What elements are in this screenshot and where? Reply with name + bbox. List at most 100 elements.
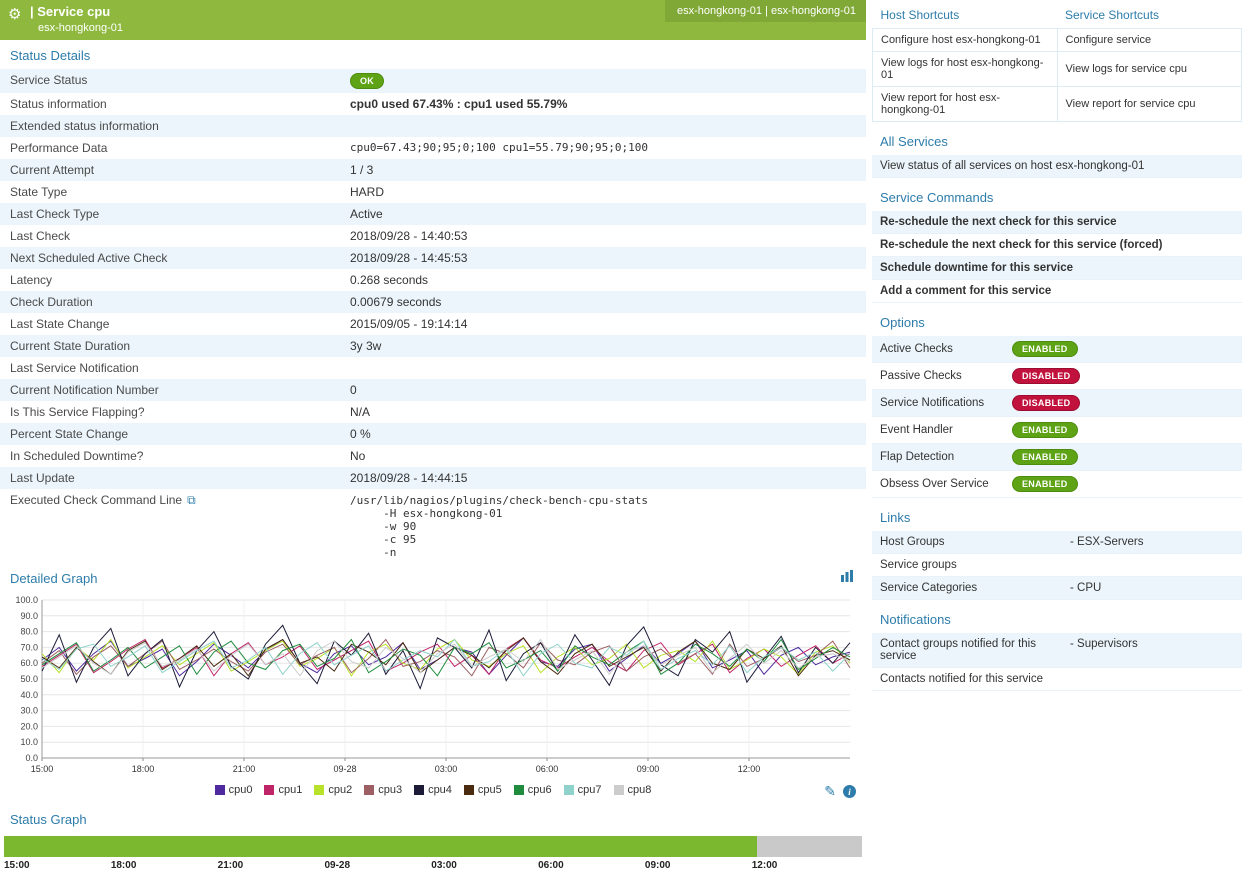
legend-label: cpu8 [628, 784, 652, 796]
legend-item-cpu3[interactable]: cpu3 [364, 784, 402, 796]
gear-icon[interactable]: ⚙ [8, 5, 21, 23]
row-label: In Scheduled Downtime? [0, 445, 340, 467]
option-row[interactable]: Obsess Over ServiceENABLED [872, 471, 1242, 498]
shortcut-link[interactable]: View report for service cpu [1057, 87, 1242, 122]
all-services-heading[interactable]: All Services [872, 124, 1242, 155]
legend-item-cpu0[interactable]: cpu0 [215, 784, 253, 796]
row-value: cpu0 used 67.43% : cpu1 used 55.79% [340, 93, 866, 115]
link-row: Service groups [872, 554, 1242, 577]
service-command-link[interactable]: Re-schedule the next check for this serv… [872, 211, 1242, 234]
notification-value[interactable]: - Supervisors [1070, 638, 1234, 662]
shortcut-link[interactable]: Configure host esx-hongkong-01 [873, 29, 1058, 52]
axis-tick-label: 09-28 [324, 860, 350, 871]
option-state-badge[interactable]: DISABLED [1012, 368, 1080, 384]
svg-text:12:00: 12:00 [738, 764, 761, 774]
row-label: Check Duration [0, 291, 340, 313]
row-value: cpu0=67.43;90;95;0;100 cpu1=55.79;90;95;… [340, 137, 866, 159]
option-row[interactable]: Active ChecksENABLED [872, 336, 1242, 363]
legend-item-cpu4[interactable]: cpu4 [414, 784, 452, 796]
legend-item-cpu5[interactable]: cpu5 [464, 784, 502, 796]
table-row: Last Service Notification [0, 357, 866, 379]
axis-tick-label: 12:00 [752, 860, 778, 871]
table-row: Check Duration0.00679 seconds [0, 291, 866, 313]
row-value: 2018/09/28 - 14:45:53 [340, 247, 866, 269]
option-state-badge[interactable]: ENABLED [1012, 422, 1078, 438]
row-label: Current Attempt [0, 159, 340, 181]
shortcuts-section: Host ShortcutsService ShortcutsConfigure… [872, 0, 1242, 122]
legend-item-cpu7[interactable]: cpu7 [564, 784, 602, 796]
cpu-line-chart: 0.010.020.030.040.050.060.070.080.090.01… [0, 592, 860, 782]
svg-text:90.0: 90.0 [20, 611, 38, 621]
row-label: Service Status [0, 69, 340, 93]
notifications-heading[interactable]: Notifications [872, 602, 1242, 633]
legend-label: cpu3 [378, 784, 402, 796]
status-timeline-bar [4, 836, 862, 857]
table-row: Is This Service Flapping?N/A [0, 401, 866, 423]
svg-text:15:00: 15:00 [31, 764, 54, 774]
page-subtitle: esx-hongkong-01 [38, 22, 858, 34]
status-bar-segment-ok [4, 836, 757, 857]
option-state-badge[interactable]: DISABLED [1012, 395, 1080, 411]
row-label: Next Scheduled Active Check [0, 247, 340, 269]
axis-tick-label: 06:00 [538, 860, 564, 871]
svg-text:21:00: 21:00 [233, 764, 256, 774]
legend-item-cpu8[interactable]: cpu8 [614, 784, 652, 796]
row-value: 1 / 3 [340, 159, 866, 181]
option-state-badge[interactable]: ENABLED [1012, 476, 1078, 492]
option-state-badge[interactable]: ENABLED [1012, 449, 1078, 465]
legend-swatch [364, 785, 374, 795]
info-icon[interactable]: i [843, 785, 856, 798]
option-row[interactable]: Flap DetectionENABLED [872, 444, 1242, 471]
legend-item-cpu2[interactable]: cpu2 [314, 784, 352, 796]
option-row[interactable]: Passive ChecksDISABLED [872, 363, 1242, 390]
links-heading[interactable]: Links [872, 500, 1242, 531]
legend-item-cpu1[interactable]: cpu1 [264, 784, 302, 796]
copy-command-icon[interactable]: ⧉ [187, 493, 196, 507]
service-commands-section: Service Commands Re-schedule the next ch… [872, 180, 1242, 303]
option-label: Service Notifications [880, 397, 1012, 409]
all-services-section: All Services View status of all services… [872, 124, 1242, 178]
service-commands-heading[interactable]: Service Commands [872, 180, 1242, 211]
row-label: Last Update [0, 467, 340, 489]
shortcut-link[interactable]: View logs for host esx-hongkong-01 [873, 52, 1058, 87]
service-shortcuts-heading[interactable]: Service Shortcuts [1057, 0, 1242, 29]
shortcut-link[interactable]: View report for host esx-hongkong-01 [873, 87, 1058, 122]
all-services-link[interactable]: View status of all services on host esx-… [872, 155, 1242, 178]
host-shortcuts-heading[interactable]: Host Shortcuts [873, 0, 1058, 29]
legend-swatch [564, 785, 574, 795]
service-detail-panel: ⚙ | Service cpu esx-hongkong-01 esx-hong… [0, 0, 866, 876]
service-command-link[interactable]: Schedule downtime for this service [872, 257, 1242, 280]
row-label: Last Service Notification [0, 357, 340, 379]
axis-tick-label: 03:00 [431, 860, 457, 871]
legend-swatch [514, 785, 524, 795]
option-row[interactable]: Service NotificationsDISABLED [872, 390, 1242, 417]
options-heading[interactable]: Options [872, 305, 1242, 336]
shortcut-link[interactable]: View logs for service cpu [1057, 52, 1242, 87]
table-row: Last Check TypeActive [0, 203, 866, 225]
svg-text:09:00: 09:00 [637, 764, 660, 774]
status-graph: 15:0018:0021:0009-2803:0006:0009:0012:00 [0, 836, 866, 876]
row-value: 0.268 seconds [340, 269, 866, 291]
service-command-link[interactable]: Add a comment for this service [872, 280, 1242, 303]
shortcut-link[interactable]: Configure service [1057, 29, 1242, 52]
legend-label: cpu6 [528, 784, 552, 796]
row-value: No [340, 445, 866, 467]
svg-text:03:00: 03:00 [435, 764, 458, 774]
option-state-badge[interactable]: ENABLED [1012, 341, 1078, 357]
page: ⚙ | Service cpu esx-hongkong-01 esx-hong… [0, 0, 1242, 867]
shortcut-row: View report for host esx-hongkong-01View… [873, 87, 1242, 122]
service-command-link[interactable]: Re-schedule the next check for this serv… [872, 234, 1242, 257]
row-label: Is This Service Flapping? [0, 401, 340, 423]
link-value[interactable]: - ESX-Servers [1070, 536, 1234, 548]
edit-graph-icon[interactable]: ✎ [824, 783, 836, 800]
svg-text:100.0: 100.0 [15, 595, 38, 605]
row-label: Last Check Type [0, 203, 340, 225]
link-value[interactable]: - CPU [1070, 582, 1234, 594]
table-row: Status informationcpu0 used 67.43% : cpu… [0, 93, 866, 115]
bar-chart-icon[interactable] [840, 569, 854, 586]
legend-item-cpu6[interactable]: cpu6 [514, 784, 552, 796]
option-row[interactable]: Event HandlerENABLED [872, 417, 1242, 444]
svg-text:0.0: 0.0 [25, 753, 38, 763]
svg-text:18:00: 18:00 [132, 764, 155, 774]
option-label: Flap Detection [880, 451, 1012, 463]
